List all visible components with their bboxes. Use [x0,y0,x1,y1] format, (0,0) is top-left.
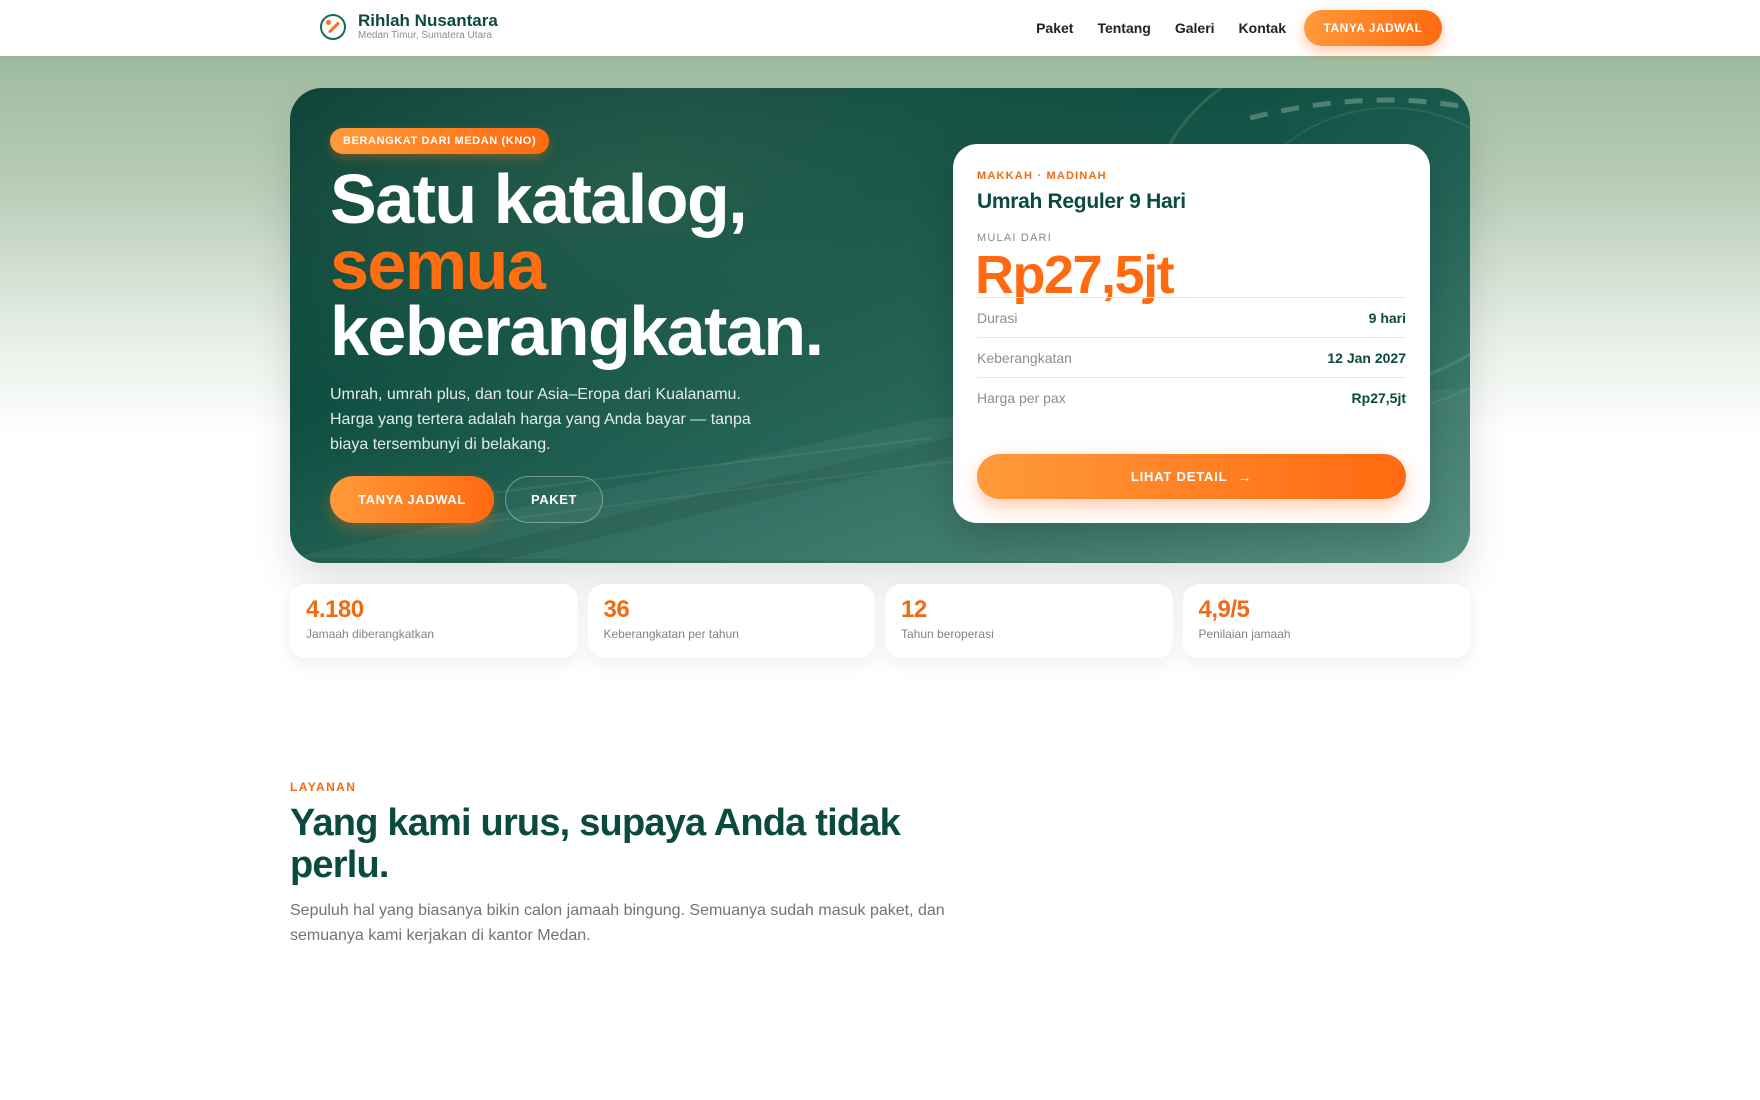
stat-value: 12 [901,596,927,623]
stat-card: 36 Keberangkatan per tahun [587,584,875,658]
stat-value: 36 [603,596,630,623]
hero-title-accent: semua [330,226,546,304]
row-label: Harga per pax [977,389,1066,406]
services-title: Yang kami urus, supaya Anda tidak perlu. [290,802,901,886]
view-detail-button[interactable]: LIHAT DETAIL → [977,454,1406,499]
stat-card: 4,9/5 Penilaian jamaah [1182,584,1470,658]
brand[interactable]: Rihlah Nusantara Medan Timur, Sumatera U… [320,12,498,42]
package-row-departure: Keberangkatan 12 Jan 2027 [977,337,1406,377]
brand-name: Rihlah Nusantara [358,11,498,30]
stat-label: Penilaian jamaah [1198,627,1291,641]
nav-links: Paket Tentang Galeri Kontak [1012,0,1286,56]
departure-badge: BERANGKAT DARI MEDAN (KNO) [330,128,550,154]
stat-card: 12 Tahun beroperasi [885,584,1173,658]
row-value: 9 hari [1368,309,1406,326]
view-detail-label: LIHAT DETAIL [1130,469,1228,484]
top-navbar: Rihlah Nusantara Medan Timur, Sumatera U… [0,0,1760,56]
featured-package-card: MAKKAH · MADINAH Umrah Reguler 9 Hari MU… [953,144,1430,523]
nav-link-tentang[interactable]: Tentang [1097,20,1150,36]
row-value: 12 Jan 2027 [1327,349,1406,366]
hero-title: Satu katalog, semua keberangkatan. [330,160,950,370]
row-value: Rp27,5jt [1351,389,1406,406]
row-label: Durasi [977,309,1018,326]
arrow-right-icon: → [1237,468,1253,485]
package-title: Umrah Reguler 9 Hari [977,190,1186,213]
stat-label: Jamaah diberangkatkan [306,627,435,641]
hero-title-line-1: Satu katalog, [330,160,748,238]
nav-link-paket[interactable]: Paket [1036,20,1073,36]
stat-value: 4.180 [306,596,364,623]
compass-logo-icon [320,14,346,40]
nav-ask-schedule-button[interactable]: TANYA JADWAL [1304,10,1442,46]
package-row-duration: Durasi 9 hari [977,297,1406,337]
stats-row: 4.180 Jamaah diberangkatkan 36 Keberangk… [290,584,1470,658]
package-row-price-per-pax: Harga per pax Rp27,5jt [977,377,1406,417]
services-description: Sepuluh hal yang biasanya bikin calon ja… [290,902,945,944]
services-eyebrow: LAYANAN [290,780,357,794]
row-label: Keberangkatan [977,349,1072,366]
price-from-label: MULAI DARI [977,232,1052,244]
stat-value: 4,9/5 [1198,596,1250,623]
brand-location: Medan Timur, Sumatera Utara [358,30,492,41]
hero-description: Umrah, umrah plus, dan tour Asia–Eropa d… [330,386,751,453]
hero-ask-schedule-button[interactable]: TANYA JADWAL [330,476,494,523]
nav-link-kontak[interactable]: Kontak [1239,20,1286,36]
stat-card: 4.180 Jamaah diberangkatkan [290,584,578,658]
nav-link-galeri[interactable]: Galeri [1175,20,1215,36]
stat-label: Tahun beroperasi [901,627,994,641]
hero-packages-button[interactable]: PAKET [505,476,603,523]
package-destination: MAKKAH · MADINAH [977,170,1107,182]
stat-label: Keberangkatan per tahun [603,627,739,641]
hero-banner: BERANGKAT DARI MEDAN (KNO) Satu katalog,… [290,88,1470,563]
hero-title-line-3: keberangkatan. [330,292,824,370]
